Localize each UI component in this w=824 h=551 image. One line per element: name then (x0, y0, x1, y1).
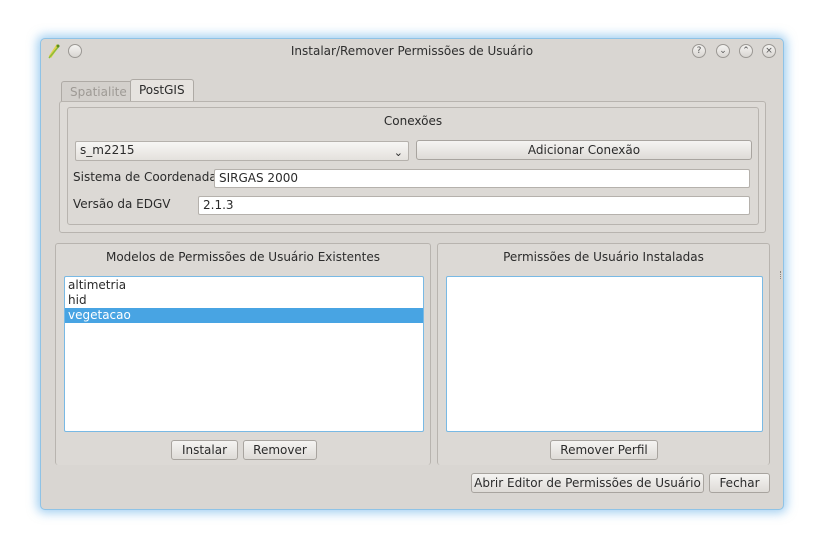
close-window-button[interactable]: × (762, 44, 776, 58)
list-item[interactable]: altimetria (65, 278, 423, 293)
crs-label: Sistema de Coordenadas (73, 170, 223, 184)
minimize-button[interactable]: ⌄ (716, 44, 730, 58)
edgv-field[interactable]: 2.1.3 (198, 196, 750, 215)
installed-panel: Permissões de Usuário Instaladas Remover… (437, 243, 770, 465)
installed-panel-title: Permissões de Usuário Instaladas (503, 250, 704, 264)
edgv-label: Versão da EDGV (73, 197, 171, 211)
list-item[interactable]: hid (65, 293, 423, 308)
models-panel-title: Modelos de Permissões de Usuário Existen… (105, 250, 381, 264)
crs-field[interactable]: SIRGAS 2000 (214, 169, 750, 188)
tab-postgis[interactable]: PostGIS (130, 79, 194, 103)
resize-grip-icon[interactable] (780, 271, 782, 279)
add-connection-button[interactable]: Adicionar Conexão (416, 140, 752, 160)
models-panel: Modelos de Permissões de Usuário Existen… (55, 243, 431, 465)
help-button[interactable]: ? (692, 44, 706, 58)
remove-profile-button[interactable]: Remover Perfil (550, 440, 658, 460)
list-item-selected[interactable]: vegetacao (65, 308, 423, 323)
window-title: Instalar/Remover Permissões de Usuário (290, 44, 534, 58)
tab-spatialite[interactable]: Spatialite (61, 81, 136, 103)
dialog-window: Instalar/Remover Permissões de Usuário ?… (40, 38, 784, 510)
connections-title: Conexões (383, 114, 443, 128)
connection-select[interactable]: s_m2215 ⌄ (75, 141, 409, 161)
close-button[interactable]: Fechar (709, 473, 770, 493)
remove-button[interactable]: Remover (243, 440, 317, 460)
installed-list[interactable] (446, 276, 763, 432)
title-bar[interactable]: Instalar/Remover Permissões de Usuário ?… (41, 39, 783, 65)
chevron-down-icon: ⌄ (393, 146, 403, 159)
install-button[interactable]: Instalar (171, 440, 238, 460)
connection-select-value: s_m2215 (80, 143, 135, 157)
open-permissions-editor-button[interactable]: Abrir Editor de Permissões de Usuário (471, 473, 704, 493)
maximize-button[interactable]: ⌃ (739, 44, 753, 58)
connections-group: Conexões s_m2215 ⌄ Adicionar Conexão Sis… (67, 107, 759, 225)
models-list[interactable]: altimetria hid vegetacao (64, 276, 424, 432)
